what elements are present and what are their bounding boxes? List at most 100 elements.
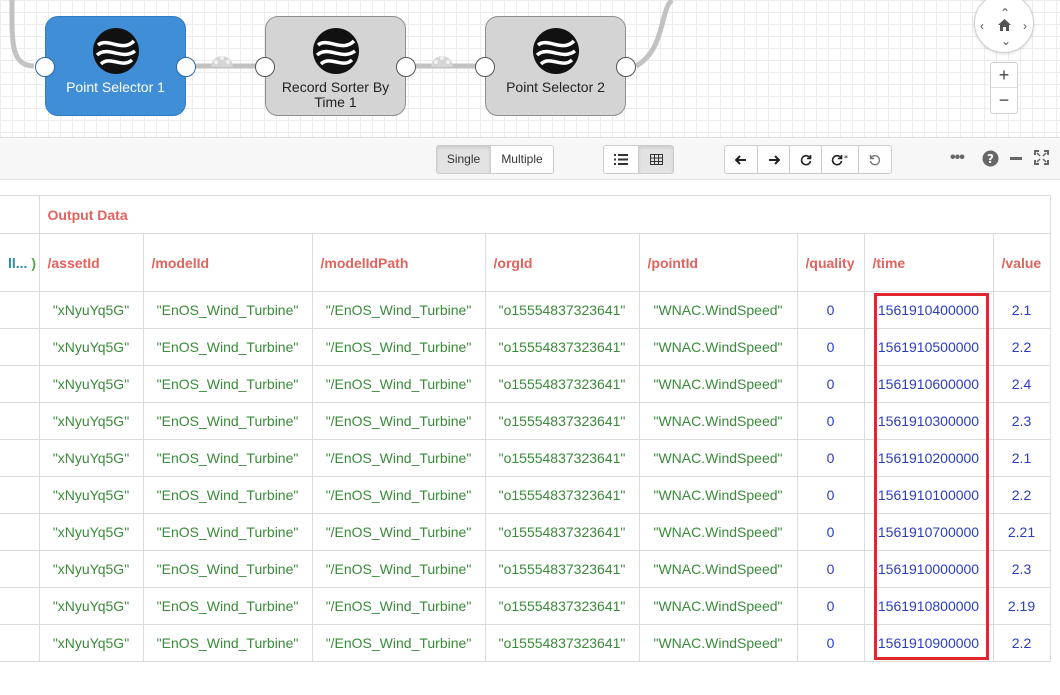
zoom-in-button[interactable]: + <box>991 63 1017 88</box>
row-lead-cell <box>0 291 40 329</box>
grid-view-button[interactable] <box>639 146 673 173</box>
home-icon[interactable] <box>997 18 1012 32</box>
cell-time: 1561910100000 <box>863 476 994 514</box>
cell-value: 2.2 <box>992 624 1051 662</box>
cell-quality: 0 <box>796 439 865 477</box>
table-row[interactable]: "xNyuYq5G" "EnOS_Wind_Turbine" "/EnOS_Wind… <box>0 550 1051 588</box>
node-input-port[interactable] <box>475 57 495 77</box>
table-row[interactable]: "xNyuYq5G" "EnOS_Wind_Turbine" "/EnOS_Wind… <box>0 624 1051 662</box>
column-header-assetid[interactable]: /assetId <box>38 233 144 292</box>
truncated-column-header[interactable]: ll... ) <box>0 233 40 292</box>
node-output-port[interactable] <box>176 57 196 77</box>
table-row[interactable]: "xNyuYq5G" "EnOS_Wind_Turbine" "/EnOS_Wind… <box>0 439 1051 477</box>
table-row[interactable]: "xNyuYq5G" "EnOS_Wind_Turbine" "/EnOS_Wind… <box>0 402 1051 440</box>
table-row[interactable]: "xNyuYq5G" "EnOS_Wind_Turbine" "/EnOS_Wind… <box>0 476 1051 514</box>
single-button[interactable]: Single <box>437 146 491 173</box>
refresh-button[interactable] <box>790 146 822 173</box>
table-row[interactable]: "xNyuYq5G" "EnOS_Wind_Turbine" "/EnOS_Wind… <box>0 291 1051 329</box>
pan-left-icon[interactable]: ‹ <box>980 20 984 32</box>
enos-logo-icon <box>313 28 359 74</box>
cell-pointid: "WNAC.WindSpeed" <box>638 513 798 551</box>
cell-time: 1561910400000 <box>863 291 994 329</box>
cell-assetid: "xNyuYq5G" <box>38 624 144 662</box>
pan-down-icon[interactable]: ⌄ <box>1001 35 1011 47</box>
next-button[interactable] <box>758 146 790 173</box>
minimize-icon[interactable] <box>1010 157 1022 160</box>
cell-modelidpath: "/EnOS_Wind_Turbine" <box>311 550 486 588</box>
cell-value: 2.2 <box>992 328 1051 366</box>
table-row[interactable]: "xNyuYq5G" "EnOS_Wind_Turbine" "/EnOS_Wind… <box>0 587 1051 625</box>
panel-window-controls: ••• ? <box>950 147 1055 171</box>
cell-value: 2.4 <box>992 365 1051 403</box>
node-label: Point Selector 1 <box>66 79 165 95</box>
row-lead-cell <box>0 439 40 477</box>
multiple-button[interactable]: Multiple <box>491 146 553 173</box>
cell-time: 1561910500000 <box>863 328 994 366</box>
node-input-port[interactable] <box>35 57 55 77</box>
cell-modelidpath: "/EnOS_Wind_Turbine" <box>311 402 486 440</box>
cell-orgid: "o15554837323641" <box>484 439 640 477</box>
undo-button[interactable] <box>859 146 891 173</box>
zoom-out-button[interactable]: − <box>991 88 1017 113</box>
cell-assetid: "xNyuYq5G" <box>38 402 144 440</box>
pan-right-icon[interactable]: › <box>1023 20 1027 32</box>
node-input-port[interactable] <box>255 57 275 77</box>
cell-value: 2.1 <box>992 439 1051 477</box>
grid-view-icon <box>649 154 663 166</box>
column-header-quality[interactable]: /quality <box>796 233 865 292</box>
cell-modelidpath: "/EnOS_Wind_Turbine" <box>311 365 486 403</box>
row-lead-cell <box>0 550 40 588</box>
refresh-all-button[interactable]: * <box>822 146 859 173</box>
link-flow-icon <box>211 56 233 67</box>
column-header-value[interactable]: /value <box>992 233 1051 292</box>
cell-pointid: "WNAC.WindSpeed" <box>638 476 798 514</box>
node-record-sorter-by-time-1[interactable]: Record Sorter By Time 1 <box>255 16 416 116</box>
cell-modelidpath: "/EnOS_Wind_Turbine" <box>311 439 486 477</box>
cell-modelid: "EnOS_Wind_Turbine" <box>142 439 313 477</box>
column-header-orgid[interactable]: /orgId <box>484 233 640 292</box>
cell-time: 1561910000000 <box>863 550 994 588</box>
flow-canvas[interactable]: Point Selector 1 Record Sorter By Time 1… <box>0 0 1060 138</box>
cell-modelidpath: "/EnOS_Wind_Turbine" <box>311 587 486 625</box>
more-icon[interactable]: ••• <box>950 147 965 169</box>
cell-pointid: "WNAC.WindSpeed" <box>638 291 798 329</box>
column-header-modelid[interactable]: /modelId <box>142 233 313 292</box>
output-data-rows: "xNyuYq5G" "EnOS_Wind_Turbine" "/EnOS_Wind… <box>0 291 1051 662</box>
fullscreen-icon[interactable] <box>1034 150 1049 165</box>
refresh-all-icon: * <box>831 154 848 166</box>
cell-value: 2.21 <box>992 513 1051 551</box>
cell-quality: 0 <box>796 402 865 440</box>
cell-modelid: "EnOS_Wind_Turbine" <box>142 513 313 551</box>
output-data-group-header: Output Data <box>38 195 1051 234</box>
layout-toggle <box>603 145 674 174</box>
svg-text:*: * <box>844 154 848 163</box>
cell-quality: 0 <box>796 624 865 662</box>
cell-time: 1561910800000 <box>863 587 994 625</box>
node-output-port[interactable] <box>616 57 636 77</box>
cell-pointid: "WNAC.WindSpeed" <box>638 587 798 625</box>
cell-assetid: "xNyuYq5G" <box>38 513 144 551</box>
help-icon[interactable]: ? <box>982 150 999 167</box>
row-lead-cell <box>0 328 40 366</box>
node-output-port[interactable] <box>396 57 416 77</box>
table-row[interactable]: "xNyuYq5G" "EnOS_Wind_Turbine" "/EnOS_Wind… <box>0 365 1051 403</box>
column-header-modelidpath[interactable]: /modelIdPath <box>311 233 486 292</box>
output-data-table-container[interactable]: Output Data ll... ) /assetId/modelId/mod… <box>0 195 1060 662</box>
cell-quality: 0 <box>796 365 865 403</box>
previous-button[interactable] <box>725 146 758 173</box>
table-row[interactable]: "xNyuYq5G" "EnOS_Wind_Turbine" "/EnOS_Wind… <box>0 513 1051 551</box>
arrow-left-icon <box>735 155 746 165</box>
list-view-button[interactable] <box>604 146 639 173</box>
node-point-selector-2[interactable]: Point Selector 2 <box>475 16 636 116</box>
cell-quality: 0 <box>796 291 865 329</box>
column-header-time[interactable]: /time <box>863 233 994 292</box>
cell-quality: 0 <box>796 476 865 514</box>
node-point-selector-1[interactable]: Point Selector 1 <box>35 16 196 116</box>
column-header-pointid[interactable]: /pointId <box>638 233 798 292</box>
cell-time: 1561910200000 <box>863 439 994 477</box>
cell-orgid: "o15554837323641" <box>484 476 640 514</box>
cell-modelidpath: "/EnOS_Wind_Turbine" <box>311 513 486 551</box>
table-row[interactable]: "xNyuYq5G" "EnOS_Wind_Turbine" "/EnOS_Wind… <box>0 328 1051 366</box>
cell-modelid: "EnOS_Wind_Turbine" <box>142 328 313 366</box>
cell-modelid: "EnOS_Wind_Turbine" <box>142 624 313 662</box>
